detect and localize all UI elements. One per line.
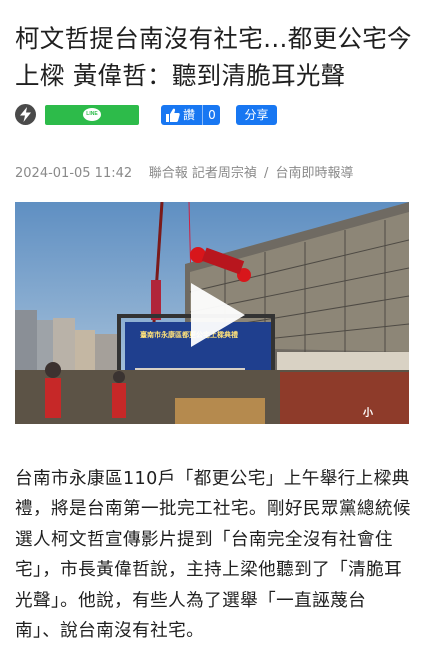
publish-date: 2024-01-05 11:42: [15, 166, 133, 181]
report-category: 台南即時報導: [275, 166, 354, 181]
line-share-button[interactable]: LINE: [45, 105, 139, 125]
article-headline: 柯文哲提台南沒有社宅…都更公宅今上樑 黃偉哲：聽到清脆耳光聲: [15, 24, 412, 91]
reporter-name[interactable]: 記者周宗禎: [192, 166, 257, 181]
facebook-like-count: 0: [202, 105, 221, 125]
meta-separator: /: [264, 166, 269, 181]
article-body: 台南市永康區110戶「都更公宅」上午舉行上樑典禮，將是台南第一批完工社宅。剛好民…: [15, 468, 411, 642]
flash-button[interactable]: [15, 104, 36, 125]
article-meta: 2024-01-05 11:42 聯合報 記者周宗禎 / 台南即時報導: [15, 162, 415, 181]
facebook-like-button[interactable]: 讚 0: [161, 105, 220, 125]
facebook-share-button[interactable]: 分享: [236, 105, 277, 125]
video-logo: 小: [363, 408, 373, 419]
share-toolbar: LINE 讚 0 分享: [15, 104, 415, 126]
thumbs-up-icon: [166, 108, 180, 122]
facebook-like-label: 讚: [183, 108, 196, 122]
line-logo-icon: LINE: [83, 108, 101, 121]
news-source[interactable]: 聯合報: [149, 166, 188, 181]
flash-icon: [20, 107, 31, 122]
play-icon[interactable]: [191, 283, 245, 347]
